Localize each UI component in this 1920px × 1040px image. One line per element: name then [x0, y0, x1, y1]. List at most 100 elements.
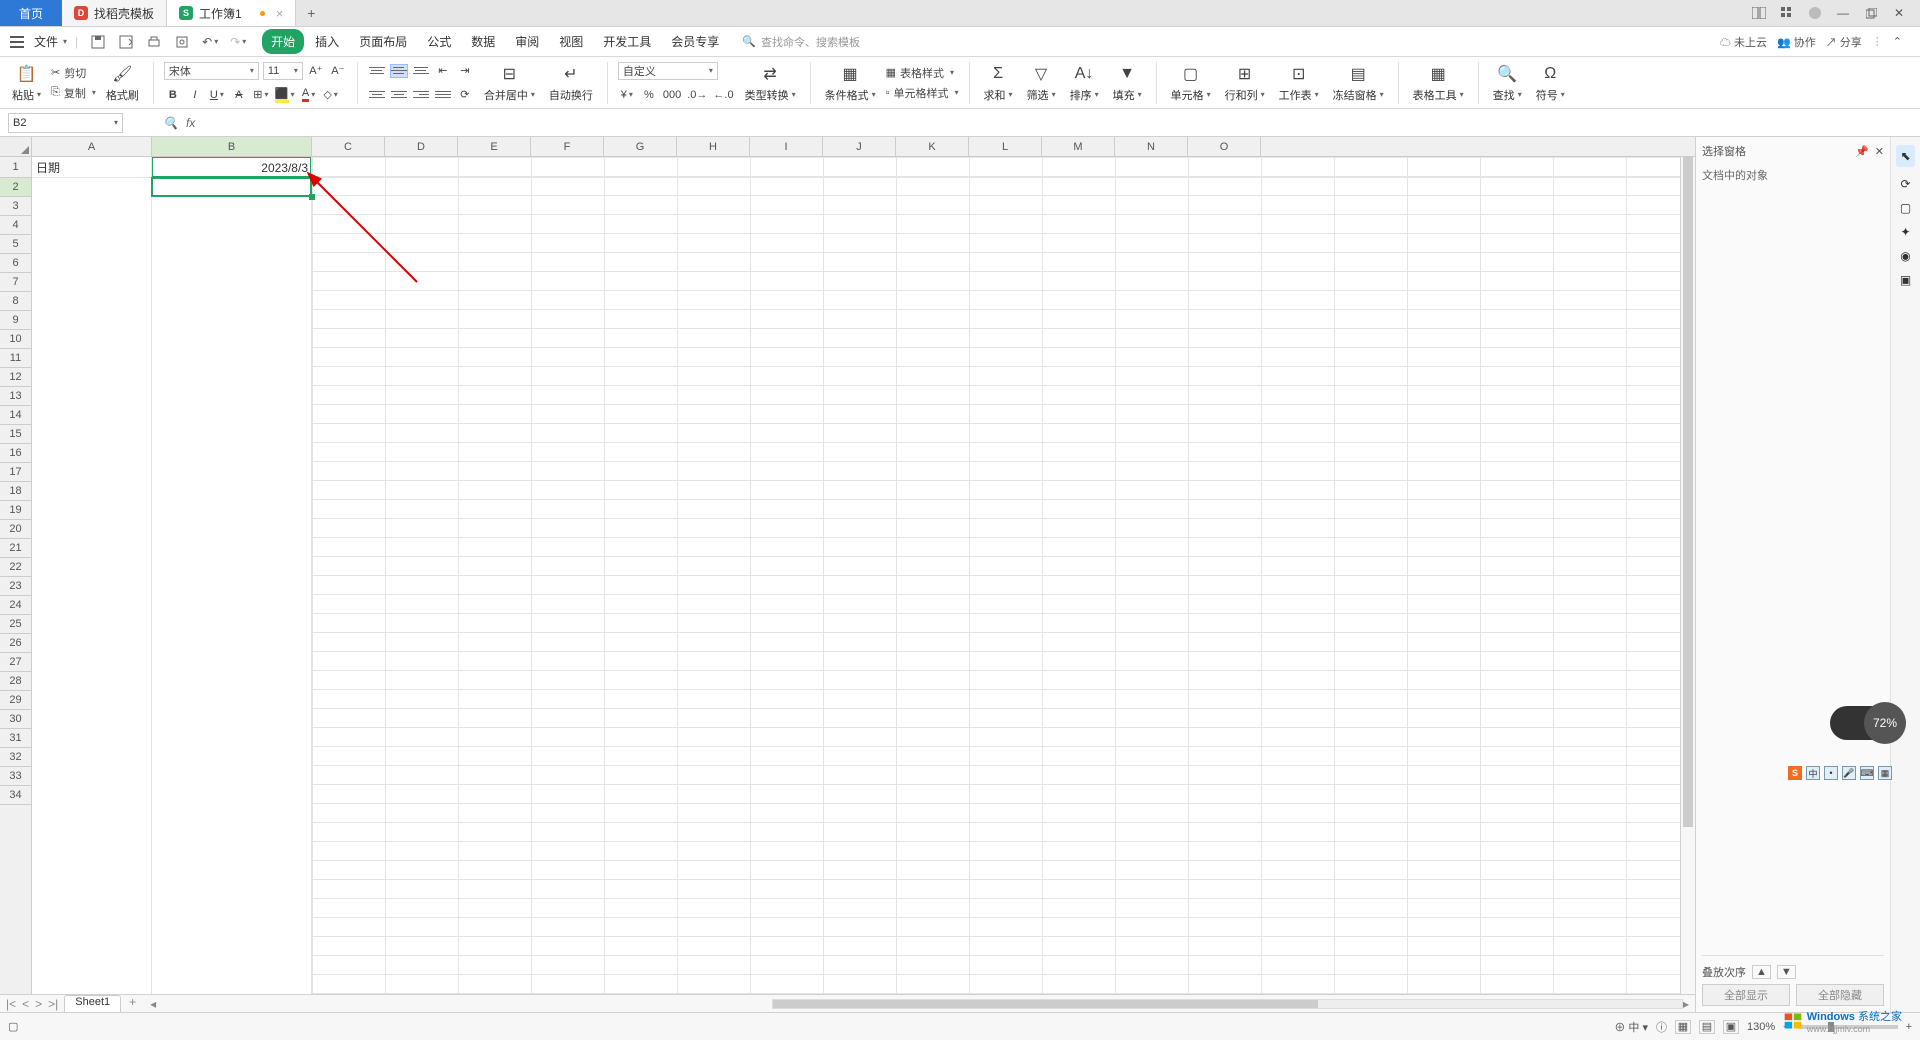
print-preview-icon[interactable] [174, 34, 190, 50]
col-header-K[interactable]: K [896, 137, 969, 156]
align-middle-icon[interactable] [390, 64, 408, 78]
indent-increase-icon[interactable]: ⇥ [456, 62, 474, 80]
row-header-17[interactable]: 17 [0, 463, 31, 482]
cells-wrap[interactable]: 日期 2023/8/3 [32, 157, 1680, 994]
col-header-G[interactable]: G [604, 137, 677, 156]
tab-workbook[interactable]: S 工作簿1 × [167, 0, 296, 26]
row-col-group[interactable]: ⊞行和列▾ [1221, 57, 1269, 108]
undo-icon[interactable]: ↶▾ [202, 34, 218, 50]
show-all-button[interactable]: 全部显示 [1702, 984, 1790, 1006]
row-header-6[interactable]: 6 [0, 254, 31, 273]
tool-icon-1[interactable]: ⟳ [1900, 177, 1910, 191]
apps-icon[interactable] [1778, 4, 1796, 22]
row-header-14[interactable]: 14 [0, 406, 31, 425]
number-format-combo[interactable]: 自定义▾ [618, 62, 718, 80]
close-icon[interactable]: ✕ [1890, 4, 1908, 22]
row-header-21[interactable]: 21 [0, 539, 31, 558]
print-icon[interactable] [146, 34, 162, 50]
row-header-20[interactable]: 20 [0, 520, 31, 539]
col-header-D[interactable]: D [385, 137, 458, 156]
fx-search-icon[interactable]: 🔍 [163, 116, 178, 130]
symbol-group[interactable]: Ω符号▾ [1532, 57, 1569, 108]
orientation-icon[interactable]: ⟳ [456, 86, 474, 104]
bold-button[interactable]: B [164, 86, 182, 104]
view-break-icon[interactable]: ▣ [1723, 1020, 1739, 1034]
decrease-font-icon[interactable]: A⁻ [329, 62, 347, 80]
col-header-B[interactable]: B [152, 137, 312, 156]
worksheet-group[interactable]: ⊡工作表▾ [1275, 57, 1323, 108]
col-header-H[interactable]: H [677, 137, 750, 156]
sheet-next-icon[interactable]: > [35, 997, 42, 1011]
tab-page-layout[interactable]: 页面布局 [350, 29, 416, 54]
fill-group[interactable]: ▼填充▾ [1109, 57, 1146, 108]
row-header-12[interactable]: 12 [0, 368, 31, 387]
table-format-button[interactable]: ▦ 表格样式▾ [886, 65, 959, 81]
new-tab-button[interactable]: + [296, 0, 326, 26]
share-button[interactable]: ↗ 分享 [1826, 34, 1862, 50]
row-header-26[interactable]: 26 [0, 634, 31, 653]
row-header-13[interactable]: 13 [0, 387, 31, 406]
user-icon[interactable] [1806, 4, 1824, 22]
cell-format-button[interactable]: ▫ 单元格样式▾ [886, 85, 959, 101]
file-menu[interactable]: 文件▾ [30, 31, 71, 52]
clear-format-button[interactable]: ◇▾ [322, 86, 340, 104]
paste-label[interactable]: 粘贴▾ [12, 87, 41, 103]
horizontal-scrollbar[interactable]: ◂ ▸ [144, 995, 1695, 1012]
col-header-M[interactable]: M [1042, 137, 1115, 156]
borders-button[interactable]: ⊞▾ [252, 86, 270, 104]
increase-font-icon[interactable]: A⁺ [307, 62, 325, 80]
ime-voice-icon[interactable]: 🎤 [1842, 766, 1856, 780]
ime-lang[interactable]: 中 [1806, 766, 1820, 780]
sheet-last-icon[interactable]: >| [48, 997, 58, 1011]
ime-icon[interactable]: ⊕ 中 ▾ [1614, 1019, 1648, 1035]
paste-icon[interactable]: 📋 [16, 63, 38, 85]
row-header-3[interactable]: 3 [0, 197, 31, 216]
sheet-prev-icon[interactable]: < [22, 997, 29, 1011]
row-header-11[interactable]: 11 [0, 349, 31, 368]
tab-start[interactable]: 开始 [262, 29, 304, 54]
tool-icon-3[interactable]: ✦ [1900, 225, 1910, 239]
tab-insert[interactable]: 插入 [306, 29, 348, 54]
italic-button[interactable]: I [186, 86, 204, 104]
font-color-button[interactable]: A▾ [300, 86, 318, 104]
col-header-N[interactable]: N [1115, 137, 1188, 156]
indent-decrease-icon[interactable]: ⇤ [434, 62, 452, 80]
maximize-icon[interactable] [1862, 4, 1880, 22]
comma-icon[interactable]: 000 [662, 86, 682, 104]
font-name-combo[interactable]: 宋体▾ [164, 62, 259, 80]
row-header-23[interactable]: 23 [0, 577, 31, 596]
fx-icon[interactable]: fx [186, 116, 195, 130]
redo-icon[interactable]: ↷▾ [230, 34, 246, 50]
accessibility-icon[interactable]: ⓘ [1656, 1019, 1667, 1035]
view-page-icon[interactable]: ▤ [1699, 1020, 1715, 1034]
pin-icon[interactable]: 📌 [1855, 146, 1869, 158]
view-normal-icon[interactable]: ▦ [1675, 1020, 1691, 1034]
ime-kb-icon[interactable]: ⌨ [1860, 766, 1874, 780]
cell-B1[interactable]: 2023/8/3 [152, 157, 312, 178]
row-header-22[interactable]: 22 [0, 558, 31, 577]
vertical-scrollbar[interactable] [1680, 157, 1695, 994]
tool-icon-4[interactable]: ◉ [1900, 249, 1910, 263]
col-header-C[interactable]: C [312, 137, 385, 156]
cond-format-group[interactable]: ▦ 条件格式▾ [821, 57, 880, 108]
cloud-status[interactable]: ☁ 未上云 [1720, 34, 1767, 50]
type-convert-group[interactable]: ⇄ 类型转换▾ [741, 57, 800, 108]
tool-icon-2[interactable]: ▢ [1900, 201, 1911, 215]
move-up-icon[interactable]: ▲ [1752, 965, 1771, 979]
move-down-icon[interactable]: ▼ [1777, 965, 1796, 979]
add-sheet-button[interactable]: + [121, 995, 144, 1012]
table-tools-group[interactable]: ▦表格工具▾ [1409, 57, 1468, 108]
sheet-tab[interactable]: Sheet1 [64, 995, 121, 1012]
layout-icon[interactable] [1750, 4, 1768, 22]
decrease-decimal-icon[interactable]: ←.0 [712, 86, 734, 104]
tab-member[interactable]: 会员专享 [662, 29, 728, 54]
tab-formula[interactable]: 公式 [418, 29, 460, 54]
cell-A1[interactable]: 日期 [32, 157, 152, 178]
find-group[interactable]: 🔍查找▾ [1489, 57, 1526, 108]
align-top-icon[interactable] [368, 64, 386, 78]
status-mode-icon[interactable]: ▢ [8, 1020, 18, 1033]
row-header-30[interactable]: 30 [0, 710, 31, 729]
currency-icon[interactable]: ¥▾ [618, 86, 636, 104]
zoom-value[interactable]: 130% [1747, 1021, 1775, 1033]
row-header-15[interactable]: 15 [0, 425, 31, 444]
